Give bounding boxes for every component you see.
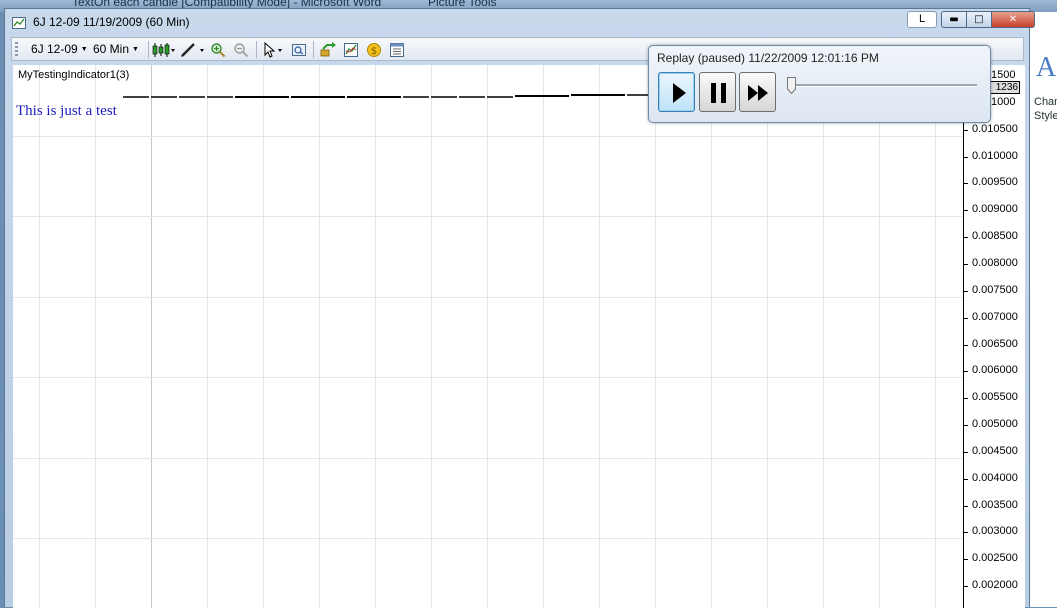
properties-icon[interactable] xyxy=(389,42,405,58)
link-button[interactable]: L xyxy=(907,11,937,28)
close-button[interactable]: ✕ xyxy=(991,11,1035,28)
drawing-tool-icon[interactable] xyxy=(180,42,206,58)
price-axis[interactable]: 1236 1500 1000 0.010500 0.010000 0.009500 0.0… xyxy=(963,65,1025,608)
strategies-icon[interactable]: $ xyxy=(366,42,382,58)
chevron-down-icon: ▼ xyxy=(80,45,88,53)
y-tick-mark xyxy=(964,264,968,265)
y-tick-mark xyxy=(964,183,968,184)
zoom-out-icon[interactable] xyxy=(233,42,249,58)
y-tick-mark xyxy=(964,237,968,238)
y-tick-label: 0.006500 xyxy=(972,338,1018,350)
data-box-icon[interactable] xyxy=(291,42,307,58)
instrument-link-icon[interactable] xyxy=(320,42,336,58)
replay-status: Replay (paused) 11/22/2009 12:01:16 PM xyxy=(657,51,879,65)
y-tick-mark xyxy=(964,452,968,453)
y-tick-mark xyxy=(964,210,968,211)
svg-text:$: $ xyxy=(371,46,377,57)
indicators-icon[interactable] xyxy=(343,42,359,58)
zoom-in-icon[interactable] xyxy=(210,42,226,58)
instrument-label: 6J 12-09 xyxy=(31,42,78,56)
ribbon-label-styles: Styles xyxy=(1034,110,1057,122)
chart-text-annotation: This is just a test xyxy=(16,103,117,119)
interval-selector[interactable]: 60 Min ▼ xyxy=(93,41,139,57)
y-tick-label: 0.002000 xyxy=(972,579,1018,591)
minimize-button[interactable]: ▬ xyxy=(941,11,967,28)
toolbar-separator xyxy=(256,41,257,58)
maximize-button[interactable]: □ xyxy=(966,11,992,28)
y-tick-label: 0.008500 xyxy=(972,230,1018,242)
replay-dialog: Replay (paused) 11/22/2009 12:01:16 PM xyxy=(648,45,991,123)
y-tick-mark xyxy=(964,586,968,587)
pointer-icon[interactable] xyxy=(262,42,286,58)
pause-icon xyxy=(711,83,726,103)
toolbar-grip[interactable] xyxy=(15,42,18,58)
y-tick-label: 0.009500 xyxy=(972,176,1018,188)
y-tick-label: 0.010500 xyxy=(972,123,1018,135)
interval-label: 60 Min xyxy=(93,42,130,56)
ribbon-styles-icon: A xyxy=(1036,52,1057,83)
price-bars xyxy=(123,94,653,98)
window-title: 6J 12-09 11/19/2009 (60 Min) xyxy=(33,15,190,29)
y-tick-label: 0.007000 xyxy=(972,311,1018,323)
chevron-down-icon: ▼ xyxy=(132,45,139,53)
replay-slider-track[interactable] xyxy=(789,84,977,87)
chart-panel[interactable]: MyTestingIndicator1(3) This is just a te… xyxy=(13,65,1025,608)
fast-forward-icon xyxy=(748,85,768,101)
y-tick-label: 0.003000 xyxy=(972,525,1018,537)
fast-forward-button[interactable] xyxy=(739,72,776,112)
y-tick-label: 0.007500 xyxy=(972,284,1018,296)
y-tick-mark xyxy=(964,371,968,372)
y-tick-mark xyxy=(964,559,968,560)
play-button[interactable] xyxy=(658,72,695,112)
chart-window-icon xyxy=(12,17,26,29)
y-tick-label: 1000 xyxy=(991,96,1016,108)
y-tick-label: 0.003500 xyxy=(972,499,1018,511)
y-tick-mark xyxy=(964,130,968,131)
y-tick-mark xyxy=(964,425,968,426)
background-word-ribbon: A Chan Styles xyxy=(1030,12,1057,607)
current-price-marker: 1236 xyxy=(990,81,1020,94)
replay-slider-thumb[interactable] xyxy=(787,77,796,94)
toolbar-separator xyxy=(148,41,149,58)
y-tick-mark xyxy=(964,345,968,346)
pause-button[interactable] xyxy=(699,72,736,112)
instrument-selector[interactable]: 6J 12-09 ▼ xyxy=(31,41,88,57)
vertical-gridlines xyxy=(39,65,936,608)
ribbon-label-change: Chan xyxy=(1034,96,1057,108)
toolbar-separator xyxy=(313,41,314,58)
y-tick-label: 0.005500 xyxy=(972,391,1018,403)
y-tick-mark xyxy=(964,318,968,319)
y-tick-label: 0.004500 xyxy=(972,445,1018,457)
candlestick-style-icon[interactable] xyxy=(152,42,176,58)
y-tick-label: 0.008000 xyxy=(972,257,1018,269)
y-tick-mark xyxy=(964,398,968,399)
y-tick-label: 1500 xyxy=(991,69,1016,81)
play-icon xyxy=(673,83,686,103)
y-tick-label: 0.009000 xyxy=(972,203,1018,215)
y-tick-mark xyxy=(964,479,968,480)
y-tick-label: 0.006000 xyxy=(972,364,1018,376)
y-tick-label: 0.005000 xyxy=(972,418,1018,430)
y-tick-mark xyxy=(964,532,968,533)
chart-plot-area[interactable] xyxy=(13,65,963,608)
indicator-label[interactable]: MyTestingIndicator1(3) xyxy=(18,69,129,81)
y-tick-mark xyxy=(964,157,968,158)
y-tick-mark xyxy=(964,291,968,292)
y-tick-label: 0.002500 xyxy=(972,552,1018,564)
y-tick-mark xyxy=(964,506,968,507)
y-tick-label: 0.004000 xyxy=(972,472,1018,484)
y-tick-label: 0.010000 xyxy=(972,150,1018,162)
window-titlebar[interactable]: 6J 12-09 11/19/2009 (60 Min) L ▬ □ ✕ xyxy=(5,9,1035,37)
